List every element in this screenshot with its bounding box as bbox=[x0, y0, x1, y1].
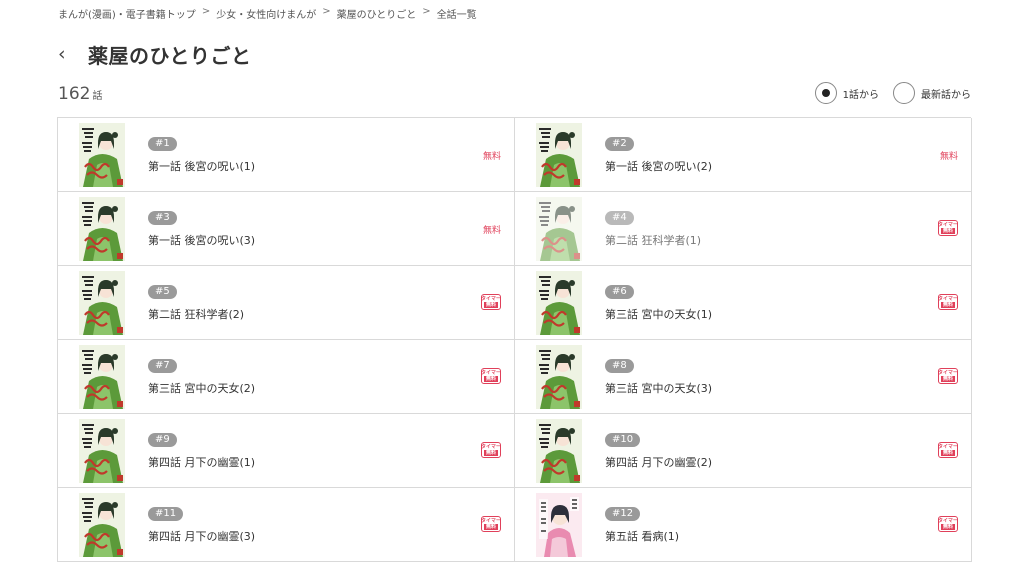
episode-number-badge: #11 bbox=[148, 507, 184, 521]
sort-option-first[interactable]: 1話から bbox=[814, 82, 879, 104]
episode-item[interactable]: #3 第一話 後宮の呪い(3) 無料 bbox=[58, 192, 515, 266]
episode-number-badge: #10 bbox=[605, 433, 641, 447]
episode-item[interactable]: #8 第三話 宮中の天女(3) タイマー 無料 bbox=[515, 340, 972, 414]
episode-title: 第二話 狂科学者(1) bbox=[605, 234, 702, 247]
episode-number-badge: #3 bbox=[148, 211, 177, 225]
timer-free-badge-icon: タイマー 無料 bbox=[481, 368, 501, 384]
episode-thumbnail[interactable] bbox=[536, 345, 582, 409]
title-row: ‹ 薬屋のひとりごと bbox=[58, 40, 251, 69]
episode-number-badge: #6 bbox=[605, 285, 634, 299]
timer-badge-bottom-label: 無料 bbox=[940, 376, 955, 382]
episode-title: 第四話 月下の幽霊(3) bbox=[148, 530, 256, 543]
sort-order: 1話から 最新話から bbox=[801, 82, 971, 104]
episode-item[interactable]: #11 第四話 月下の幽霊(3) タイマー 無料 bbox=[58, 488, 515, 562]
free-badge: 無料 bbox=[939, 152, 958, 162]
episode-number-badge: #2 bbox=[605, 137, 634, 151]
episode-count-value: 162 bbox=[58, 84, 91, 104]
timer-free-badge-icon: タイマー 無料 bbox=[481, 516, 501, 532]
episode-title: 第五話 看病(1) bbox=[605, 530, 680, 543]
breadcrumb-item[interactable]: 少女・女性向けまんが bbox=[216, 6, 316, 21]
timer-badge-bottom-label: 無料 bbox=[940, 450, 955, 456]
timer-badge-bottom-label: 無料 bbox=[940, 228, 955, 234]
episode-title: 第三話 宮中の天女(3) bbox=[605, 382, 713, 395]
episode-thumbnail[interactable] bbox=[536, 123, 582, 187]
timer-free-badge-icon: タイマー 無料 bbox=[481, 442, 501, 458]
episode-number-badge: #12 bbox=[605, 507, 641, 521]
timer-badge-bottom-label: 無料 bbox=[940, 524, 955, 530]
episode-title: 第一話 後宮の呪い(1) bbox=[148, 160, 256, 173]
episode-item[interactable]: #4 第二話 狂科学者(1) タイマー 無料 bbox=[515, 192, 972, 266]
episode-thumbnail[interactable] bbox=[79, 197, 125, 261]
episode-item[interactable]: #10 第四話 月下の幽霊(2) タイマー 無料 bbox=[515, 414, 972, 488]
episode-thumbnail[interactable] bbox=[79, 345, 125, 409]
breadcrumb-separator: > bbox=[422, 6, 431, 17]
episode-list: #1 第一話 後宮の呪い(1) 無料 #2 第一話 後宮の呪い(2) 無料 #3 第一話 後宮… bbox=[57, 117, 972, 562]
episode-number-badge: #8 bbox=[605, 359, 634, 373]
breadcrumb-item[interactable]: 薬屋のひとりごと bbox=[337, 6, 417, 21]
episode-item[interactable]: #12 第五話 看病(1) タイマー 無料 bbox=[515, 488, 972, 562]
timer-free-badge-icon: タイマー 無料 bbox=[938, 442, 958, 458]
episode-title: 第四話 月下の幽霊(1) bbox=[148, 456, 256, 469]
episode-number-badge: #1 bbox=[148, 137, 177, 151]
radio-button-latest[interactable] bbox=[893, 82, 915, 104]
sort-option-latest-label: 最新話から bbox=[921, 89, 971, 101]
episode-number-badge: #9 bbox=[148, 433, 177, 447]
back-arrow-icon[interactable]: ‹ bbox=[58, 45, 78, 64]
episode-thumbnail[interactable] bbox=[79, 123, 125, 187]
episode-title: 第一話 後宮の呪い(3) bbox=[148, 234, 256, 247]
episode-item[interactable]: #7 第三話 宮中の天女(2) タイマー 無料 bbox=[58, 340, 515, 414]
sort-option-latest[interactable]: 最新話から bbox=[893, 82, 971, 104]
page-title: 薬屋のひとりごと bbox=[88, 44, 252, 68]
episode-thumbnail[interactable] bbox=[79, 493, 125, 557]
episode-thumbnail[interactable] bbox=[536, 271, 582, 335]
episode-thumbnail[interactable] bbox=[536, 197, 582, 261]
timer-free-badge-icon: タイマー 無料 bbox=[481, 294, 501, 310]
episode-thumbnail[interactable] bbox=[536, 419, 582, 483]
episode-thumbnail[interactable] bbox=[536, 493, 582, 557]
episode-item[interactable]: #6 第三話 宮中の天女(1) タイマー 無料 bbox=[515, 266, 972, 340]
sort-option-first-label: 1話から bbox=[842, 89, 879, 101]
free-badge: 無料 bbox=[482, 226, 501, 236]
episode-number-badge: #5 bbox=[148, 285, 177, 299]
timer-free-badge-icon: タイマー 無料 bbox=[938, 516, 958, 532]
episode-item[interactable]: #1 第一話 後宮の呪い(1) 無料 bbox=[58, 118, 515, 192]
episode-item[interactable]: #9 第四話 月下の幽霊(1) タイマー 無料 bbox=[58, 414, 515, 488]
episode-number-badge: #4 bbox=[605, 211, 634, 225]
breadcrumb: まんが(漫画)・電子書籍トップ > 少女・女性向けまんが > 薬屋のひとりごと > 全話一覧 bbox=[58, 6, 477, 21]
episode-thumbnail[interactable] bbox=[79, 271, 125, 335]
timer-free-badge-icon: タイマー 無料 bbox=[938, 294, 958, 310]
timer-badge-bottom-label: 無料 bbox=[940, 302, 955, 308]
breadcrumb-separator: > bbox=[322, 6, 331, 17]
radio-button-first[interactable] bbox=[814, 82, 837, 104]
episode-count-unit: 話 bbox=[92, 91, 103, 102]
timer-free-badge-icon: タイマー 無料 bbox=[938, 368, 958, 384]
episode-title: 第四話 月下の幽霊(2) bbox=[605, 456, 713, 469]
episode-title: 第一話 後宮の呪い(2) bbox=[605, 160, 713, 173]
episode-number-badge: #7 bbox=[148, 359, 177, 373]
episode-item[interactable]: #5 第二話 狂科学者(2) タイマー 無料 bbox=[58, 266, 515, 340]
episode-count: 162 話 bbox=[58, 84, 102, 104]
timer-badge-bottom-label: 無料 bbox=[483, 524, 498, 530]
timer-badge-bottom-label: 無料 bbox=[483, 302, 498, 308]
timer-badge-bottom-label: 無料 bbox=[483, 376, 498, 382]
breadcrumb-item[interactable]: まんが(漫画)・電子書籍トップ bbox=[58, 6, 196, 21]
breadcrumb-item: 全話一覧 bbox=[436, 10, 477, 21]
timer-free-badge-icon: タイマー 無料 bbox=[938, 220, 958, 236]
episode-title: 第二話 狂科学者(2) bbox=[148, 308, 245, 321]
timer-badge-bottom-label: 無料 bbox=[483, 450, 498, 456]
episode-thumbnail[interactable] bbox=[79, 419, 125, 483]
episode-item[interactable]: #2 第一話 後宮の呪い(2) 無料 bbox=[515, 118, 972, 192]
breadcrumb-separator: > bbox=[201, 6, 211, 17]
episode-title: 第三話 宮中の天女(2) bbox=[148, 382, 256, 395]
episode-title: 第三話 宮中の天女(1) bbox=[605, 308, 713, 321]
free-badge: 無料 bbox=[482, 152, 501, 162]
